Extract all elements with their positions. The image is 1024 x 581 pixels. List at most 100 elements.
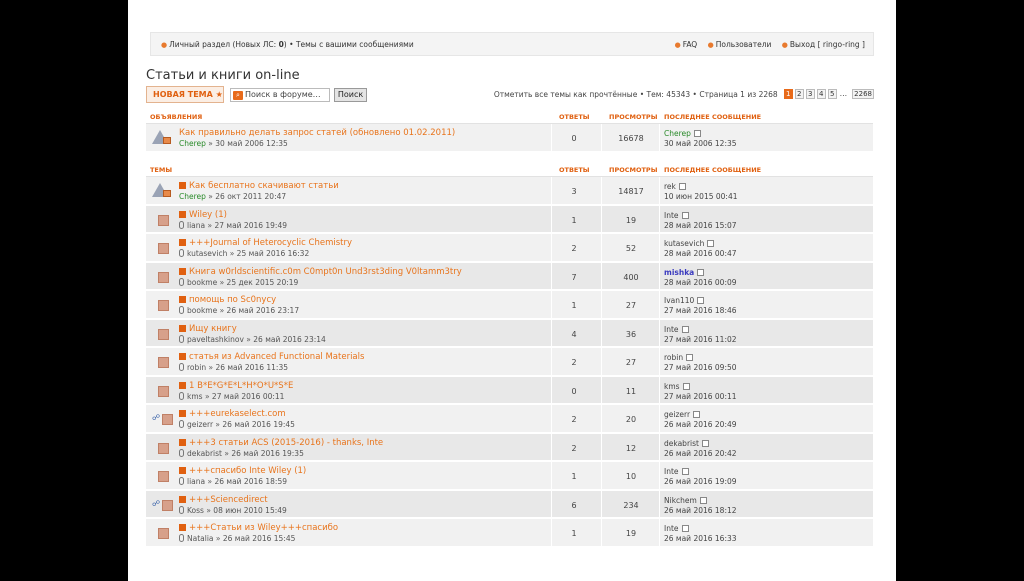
goto-last-post-icon[interactable]: [686, 354, 694, 361]
file-icon: [179, 296, 186, 303]
topic-author-link[interactable]: robin: [187, 363, 206, 372]
goto-last-post-icon[interactable]: [707, 240, 715, 247]
topic-author-link[interactable]: bookme: [187, 306, 217, 315]
page-link-last[interactable]: 2268: [852, 89, 874, 99]
last-post-author-link[interactable]: Inte: [664, 211, 679, 220]
topic-title-link[interactable]: +++3 статьи ACS (2015-2016) - thanks, In…: [189, 438, 383, 448]
goto-last-post-icon[interactable]: [681, 468, 689, 475]
topic-title-link[interactable]: Wiley (1): [189, 210, 227, 220]
last-post-author-link[interactable]: Inte: [664, 325, 679, 334]
topic-date: » 30 май 2006 12:35: [205, 139, 288, 148]
attachment-icon: [179, 448, 184, 457]
last-post-author-link[interactable]: Inte: [664, 467, 679, 476]
goto-last-post-icon[interactable]: [693, 411, 701, 418]
last-post-author-link[interactable]: Inte: [664, 524, 679, 533]
topic-title-link[interactable]: Книга w0rldscientific.c0m C0mpt0n Und3rs…: [189, 267, 462, 277]
page-title: Статьи и книги on-line: [146, 68, 300, 83]
topic-title-link[interactable]: +++спасибо Inte Wiley (1): [189, 466, 306, 476]
goto-last-post-icon[interactable]: [697, 268, 705, 276]
topic-date: » 25 дек 2015 20:19: [217, 277, 299, 287]
topic-title: +++3 статьи ACS (2015-2016) - thanks, In…: [179, 438, 383, 448]
last-post-author-link[interactable]: Ivan110: [664, 296, 694, 305]
reply-count: 1: [571, 472, 577, 481]
topic-author-link[interactable]: Natalia: [187, 534, 214, 543]
topic-author-link[interactable]: Koss: [187, 506, 204, 515]
topic-meta: geizerr » 26 май 2016 19:45: [179, 420, 295, 429]
search-button[interactable]: Поиск: [334, 88, 367, 102]
goto-last-post-icon[interactable]: [681, 325, 689, 333]
users-link[interactable]: Пользователи: [716, 40, 772, 49]
topic-title-link[interactable]: 1 B*E*G*E*L*H*O*U*S*E: [189, 381, 293, 391]
page-link-5[interactable]: 5: [827, 89, 837, 99]
goto-last-post-icon[interactable]: [678, 183, 686, 190]
last-post-author-link[interactable]: Nikchem: [664, 496, 697, 505]
topic-title: +++спасибо Inte Wiley (1): [179, 466, 306, 476]
topic-author-link[interactable]: kms: [187, 392, 203, 401]
last-post-date: 26 май 2016 18:12: [664, 505, 737, 515]
last-post-author-link[interactable]: kms: [664, 382, 680, 391]
topic-meta: Koss » 08 июн 2010 15:49: [179, 505, 287, 515]
topic-date: » 26 май 2016 18:59: [205, 477, 288, 486]
column-divider: [601, 124, 602, 151]
topic-meta: liana » 26 май 2016 18:59: [179, 477, 287, 486]
topic-author-link[interactable]: paveltashkinov: [187, 335, 244, 344]
reply-count: 1: [571, 301, 577, 310]
goto-last-post-icon[interactable]: [699, 496, 707, 504]
last-post: kutasevich 28 май 2016 00:47: [664, 239, 737, 259]
topic-square-icon: [158, 357, 169, 368]
topic-author-link[interactable]: Cherep: [179, 192, 206, 201]
page-link-2[interactable]: 2: [794, 89, 804, 99]
goto-last-post-icon[interactable]: [697, 297, 705, 304]
my-posts-link[interactable]: Темы с вашими сообщениями: [296, 40, 414, 49]
goto-last-post-icon[interactable]: [701, 439, 709, 447]
column-divider: [659, 319, 660, 346]
topic-title-link[interactable]: +++Статьи из Wiley+++спасибо: [189, 523, 338, 533]
topic-title-link[interactable]: Ищу книгу: [189, 324, 237, 334]
col-replies-header: ОТВЕТЫ: [559, 113, 590, 121]
topic-author-link[interactable]: bookme: [187, 278, 217, 287]
col-last-header: ПОСЛЕДНЕЕ СООБЩЕНИЕ: [664, 166, 762, 174]
logout-link[interactable]: Выход [ ringo-ring ]: [790, 40, 865, 49]
goto-last-post-icon[interactable]: [681, 525, 689, 532]
goto-last-post-icon[interactable]: [682, 382, 690, 390]
last-post-author-link[interactable]: rek: [664, 182, 676, 191]
last-post-date: 28 май 2016 00:09: [664, 277, 737, 287]
last-post-author-link[interactable]: Cherep: [664, 129, 691, 138]
page-link-3[interactable]: 3: [805, 89, 815, 99]
topic-title-link[interactable]: +++eurekaselect.com: [189, 409, 286, 419]
page-link-1[interactable]: 1: [783, 89, 793, 99]
last-post-author-link[interactable]: robin: [664, 353, 683, 362]
topic-author-link[interactable]: dekabrist: [187, 449, 222, 458]
topic-title-link[interactable]: Как правильно делать запрос статей (обно…: [179, 128, 455, 138]
view-count: 10: [625, 472, 637, 481]
topic-author-link[interactable]: liana: [187, 221, 205, 230]
goto-last-post-icon[interactable]: [681, 211, 689, 219]
topic-title-link[interactable]: Как бесплатно скачивают статьи: [189, 181, 339, 191]
topic-title-link[interactable]: статья из Advanced Functional Materials: [189, 352, 364, 362]
bullet-icon: ●: [707, 41, 714, 49]
last-post-author-link[interactable]: mishka: [664, 268, 694, 277]
topic-author-link[interactable]: liana: [187, 477, 205, 486]
topic-read-icon: [152, 440, 174, 456]
goto-last-post-icon[interactable]: [693, 130, 701, 137]
search-input[interactable]: ⌕ Поиск в форуме…: [230, 88, 330, 102]
topic-author-link[interactable]: kutasevich: [187, 249, 227, 258]
topic-title-link[interactable]: +++Sciencedirect: [189, 495, 268, 505]
topic-title: Книга w0rldscientific.c0m C0mpt0n Und3rs…: [179, 267, 462, 277]
topic-author-link[interactable]: Cherep: [179, 139, 206, 148]
new-topic-button[interactable]: НОВАЯ ТЕМА ★: [146, 86, 224, 103]
last-post-author-link[interactable]: geizerr: [664, 410, 690, 419]
private-section-link[interactable]: Личный раздел (Новых ЛС: 0): [169, 40, 287, 49]
column-divider: [601, 177, 602, 204]
topic-title-link[interactable]: +++Journal of Heterocyclic Chemistry: [189, 238, 352, 248]
page-link-4[interactable]: 4: [816, 89, 826, 99]
last-post-author-link[interactable]: kutasevich: [664, 239, 704, 248]
topic-title: статья из Advanced Functional Materials: [179, 352, 364, 362]
topic-title-link[interactable]: помощь по Sc0nycy: [189, 295, 276, 305]
last-post-author-link[interactable]: dekabrist: [664, 439, 699, 448]
last-post: Inte 28 май 2016 15:07: [664, 211, 737, 231]
topic-read-icon: [152, 354, 174, 370]
topic-author-link[interactable]: geizerr: [187, 420, 213, 429]
faq-link[interactable]: FAQ: [683, 40, 698, 49]
top-navbar: ● Личный раздел (Новых ЛС: 0) • Темы с ва…: [150, 32, 874, 56]
